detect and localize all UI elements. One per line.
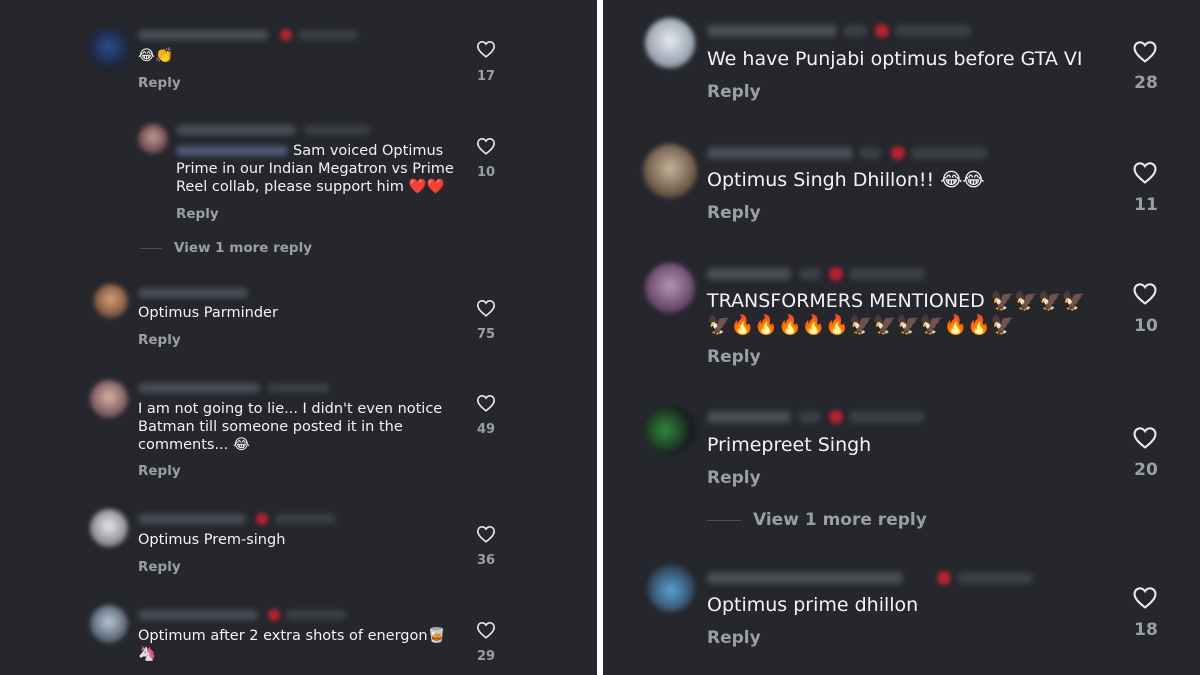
- comment-text: Optimus prime dhillon: [707, 594, 919, 616]
- author-badge: [256, 513, 268, 525]
- author-badge: [937, 571, 951, 585]
- reply-button[interactable]: Reply: [138, 75, 181, 91]
- blurred-meta: [298, 30, 358, 40]
- like-count: 17: [476, 69, 496, 84]
- avatar[interactable]: [643, 144, 697, 198]
- comment-text: TRANSFORMERS MENTIONED 🦅🦅🦅🦅 🦅🔥🔥🔥🔥🔥🦅🦅🦅🦅🔥🔥…: [707, 290, 1086, 336]
- comment-text: Optimus Parminder: [138, 305, 278, 321]
- like-count: 18: [1134, 620, 1158, 640]
- like-count: 75: [476, 327, 496, 342]
- avatar[interactable]: [90, 605, 128, 643]
- blurred-meta: [895, 25, 971, 37]
- comment-text: Optimus Prem-singh: [138, 532, 286, 548]
- reply-button[interactable]: Reply: [138, 559, 181, 575]
- blurred-username[interactable]: [138, 514, 246, 524]
- like-heart-icon[interactable]: [476, 394, 496, 412]
- blurred-username[interactable]: [176, 125, 296, 135]
- comment-text: I am not going to lie... I didn't even n…: [138, 401, 443, 453]
- divider-line: [140, 247, 162, 249]
- like-heart-icon[interactable]: [476, 40, 496, 58]
- avatar[interactable]: [90, 509, 128, 547]
- blurred-meta: [799, 268, 821, 280]
- divider-line: [707, 519, 741, 521]
- blurred-username[interactable]: [138, 30, 268, 40]
- like-heart-icon[interactable]: [1132, 161, 1158, 184]
- avatar[interactable]: [88, 28, 130, 70]
- author-badge: [875, 24, 889, 38]
- blurred-meta: [849, 268, 925, 280]
- like-heart-icon[interactable]: [1132, 282, 1158, 305]
- reply-button[interactable]: Reply: [707, 628, 761, 648]
- blurred-username[interactable]: [707, 25, 837, 37]
- like-count: 11: [1134, 195, 1158, 215]
- like-count: 29: [476, 649, 496, 664]
- avatar[interactable]: [645, 263, 695, 313]
- reply-button[interactable]: Reply: [707, 82, 761, 102]
- avatar[interactable]: [90, 380, 128, 418]
- comment-text: Sam voiced Optimus Prime in our Indian M…: [176, 143, 454, 195]
- like-heart-icon[interactable]: [476, 525, 496, 543]
- comment-text: Optimum after 2 extra shots of energon🥃 …: [138, 628, 446, 662]
- like-count: 20: [1134, 460, 1158, 480]
- like-heart-icon[interactable]: [1132, 586, 1158, 609]
- avatar[interactable]: [138, 124, 168, 154]
- view-more-replies-button[interactable]: View 1 more reply: [707, 510, 927, 530]
- reply-button[interactable]: Reply: [707, 468, 761, 488]
- avatar[interactable]: [647, 564, 695, 612]
- like-heart-icon[interactable]: [476, 621, 496, 639]
- blurred-username[interactable]: [138, 288, 248, 298]
- comment-text: 😂👏: [138, 48, 173, 64]
- blurred-meta: [799, 411, 821, 423]
- comment-text: Optimus Singh Dhillon!! 😂😂: [707, 169, 985, 191]
- author-badge: [829, 410, 843, 424]
- blurred-username[interactable]: [707, 268, 791, 280]
- blurred-meta: [274, 514, 336, 524]
- like-count: 10: [1134, 316, 1158, 336]
- blurred-username[interactable]: [707, 147, 853, 159]
- blurred-username[interactable]: [138, 610, 258, 620]
- view-more-replies-button[interactable]: View 1 more reply: [140, 240, 312, 256]
- left-comments-panel: 😂👏 Reply 17 Sam voiced Optimus Prime in …: [0, 0, 597, 675]
- blurred-meta: [957, 572, 1033, 584]
- avatar[interactable]: [645, 405, 695, 455]
- blurred-username[interactable]: [138, 383, 260, 393]
- like-heart-icon[interactable]: [476, 137, 496, 155]
- reply-button[interactable]: Reply: [707, 203, 761, 223]
- author-badge: [268, 609, 280, 621]
- comment-text: Primepreet Singh: [707, 434, 872, 456]
- reply-button[interactable]: Reply: [176, 206, 219, 222]
- avatar[interactable]: [645, 18, 695, 68]
- like-count: 10: [476, 165, 496, 180]
- reply-button[interactable]: Reply: [707, 347, 761, 367]
- blurred-username[interactable]: [707, 572, 903, 584]
- view-more-label: View 1 more reply: [174, 240, 313, 256]
- reply-button[interactable]: Reply: [138, 463, 181, 479]
- author-badge: [829, 267, 843, 281]
- comment-text: We have Punjabi optimus before GTA VI: [707, 48, 1083, 70]
- blurred-meta: [849, 411, 925, 423]
- blurred-meta: [911, 147, 987, 159]
- blurred-meta: [268, 383, 330, 393]
- blurred-meta: [843, 25, 867, 37]
- author-badge: [891, 146, 905, 160]
- like-count: 49: [476, 422, 496, 437]
- blurred-meta: [304, 125, 370, 135]
- reply-button[interactable]: Reply: [138, 332, 181, 348]
- like-heart-icon[interactable]: [1132, 426, 1158, 449]
- like-count: 36: [476, 553, 496, 568]
- blurred-username[interactable]: [707, 411, 791, 423]
- like-heart-icon[interactable]: [476, 299, 496, 317]
- like-heart-icon[interactable]: [1132, 40, 1158, 63]
- avatar[interactable]: [94, 284, 128, 318]
- blurred-meta: [859, 147, 881, 159]
- author-badge: [280, 29, 292, 41]
- view-more-label: View 1 more reply: [753, 510, 927, 530]
- like-count: 28: [1134, 73, 1158, 93]
- blurred-meta: [286, 610, 346, 620]
- right-comments-panel: We have Punjabi optimus before GTA VI Re…: [603, 0, 1200, 675]
